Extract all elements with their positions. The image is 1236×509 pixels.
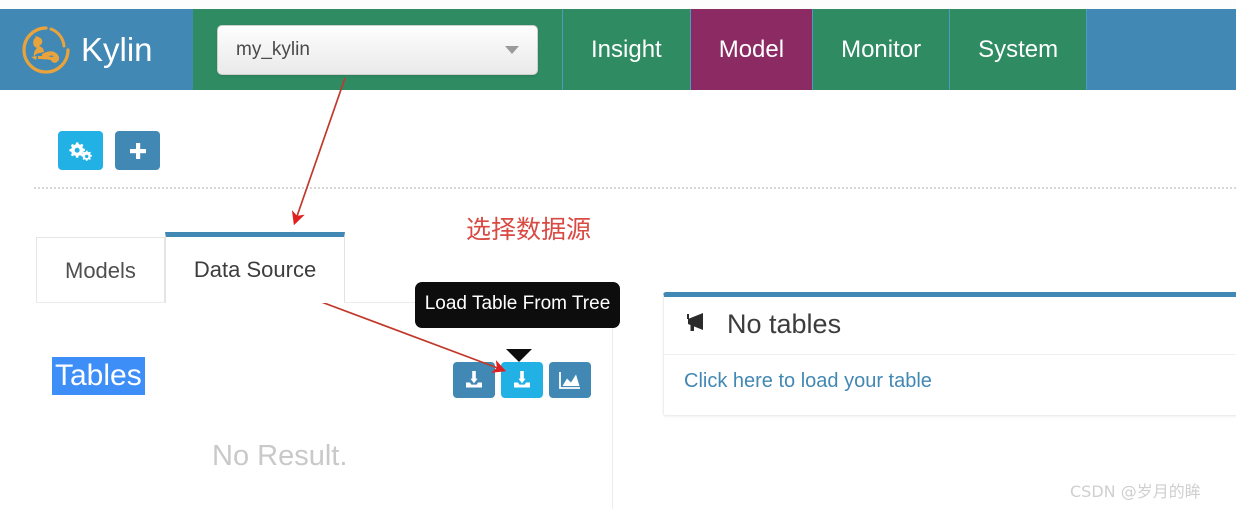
table-action-buttons bbox=[453, 362, 591, 398]
watermark: CSDN @岁月的眸 bbox=[1070, 482, 1201, 501]
brand-name: Kylin bbox=[81, 30, 153, 68]
load-table-from-tree-button[interactable] bbox=[501, 362, 543, 398]
settings-gears-button[interactable] bbox=[58, 131, 103, 170]
megaphone-icon bbox=[684, 310, 714, 339]
project-selector[interactable]: my_kylin bbox=[217, 24, 538, 75]
tab-models[interactable]: Models bbox=[36, 237, 165, 303]
pane-vertical-divider bbox=[612, 300, 613, 509]
top-strip bbox=[0, 0, 1236, 9]
kylin-creature-logo-icon bbox=[18, 22, 74, 78]
load-table-link[interactable]: Click here to load your table bbox=[684, 370, 932, 392]
no-tables-panel-header: No tables bbox=[664, 297, 1236, 355]
navbar-filler bbox=[1087, 9, 1236, 90]
tooltip-arrow bbox=[506, 349, 532, 362]
brand-block[interactable]: Kylin bbox=[0, 9, 193, 90]
tooltip-load-table-from-tree: Load Table From Tree bbox=[415, 282, 620, 329]
nav-item-insight[interactable]: Insight bbox=[563, 9, 691, 90]
content-tabs: Models Data Source bbox=[36, 232, 346, 303]
image-chart-icon bbox=[558, 370, 582, 390]
nav-items: Insight Model Monitor System bbox=[563, 9, 1088, 90]
load-table-button[interactable] bbox=[453, 362, 495, 398]
app-root: Kylin my_kylin Insight Model Monitor Sys… bbox=[0, 0, 1236, 509]
download-table-icon bbox=[463, 369, 485, 391]
nav-item-monitor[interactable]: Monitor bbox=[813, 9, 951, 90]
load-table-image-button[interactable] bbox=[549, 362, 591, 398]
action-toolbar bbox=[58, 131, 160, 170]
nav-item-model[interactable]: Model bbox=[690, 9, 814, 90]
download-table-icon bbox=[511, 369, 533, 391]
nav-item-system[interactable]: System bbox=[950, 9, 1088, 90]
arrow-to-data-source-tab bbox=[291, 77, 346, 226]
plus-icon bbox=[128, 141, 148, 161]
top-navbar: Kylin my_kylin Insight Model Monitor Sys… bbox=[0, 9, 1236, 90]
project-selector-zone: my_kylin bbox=[193, 9, 563, 90]
gears-icon bbox=[68, 140, 93, 162]
annotation-note: 选择数据源 bbox=[466, 215, 592, 244]
no-result-text: No Result. bbox=[212, 440, 348, 472]
no-tables-panel-body: Click here to load your table bbox=[664, 355, 1236, 415]
no-tables-title: No tables bbox=[727, 309, 842, 339]
section-divider bbox=[34, 187, 1236, 189]
add-button[interactable] bbox=[115, 131, 160, 170]
project-selector-value: my_kylin bbox=[236, 38, 310, 60]
chevron-down-icon bbox=[505, 45, 519, 54]
tables-label: Tables bbox=[52, 357, 145, 395]
tab-data-source[interactable]: Data Source bbox=[164, 232, 346, 303]
no-tables-panel: No tables Click here to load your table bbox=[663, 292, 1236, 416]
